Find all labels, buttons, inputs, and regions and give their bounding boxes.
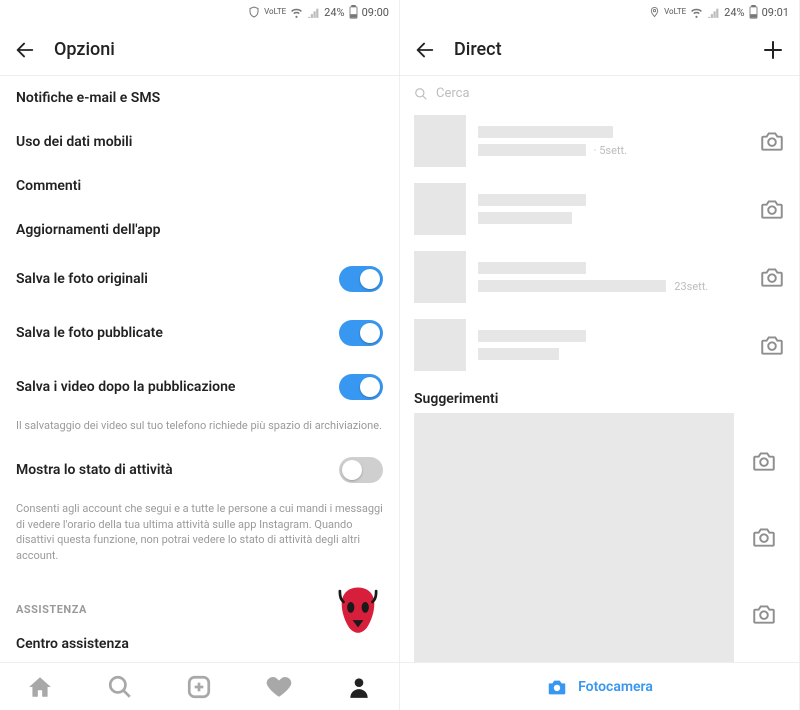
camera-icon[interactable] [751,601,777,627]
compose-icon[interactable] [761,38,785,62]
signal-icon [707,6,720,19]
options-content: Notifiche e-mail e SMS Uso dei dati mobi… [0,76,399,662]
status-bar: VoLTE 24% 09:01 [400,0,799,24]
suggestion-actions [734,413,799,662]
options-screen: VoLTE 24% 09:00 Opzioni Notifiche e-mail… [0,0,400,710]
mask-logo-icon [329,582,387,640]
shield-icon [248,6,260,18]
label: Uso dei dati mobili [16,134,132,150]
dm-list: · 5sett. 23sett. [400,101,799,662]
volte-indicator: VoLTE [264,8,286,16]
label: Notifiche e-mail e SMS [16,90,160,106]
bottom-nav [0,662,399,710]
camera-icon[interactable] [759,196,785,222]
label: Centro assistenza [16,636,129,652]
location-icon [649,6,660,18]
dm-thread[interactable]: 23sett. [400,243,799,311]
avatar [414,319,466,371]
row-comments[interactable]: Commenti [0,164,399,208]
row-save-video: Salva i video dopo la pubblicazione [0,360,399,414]
row-data-usage[interactable]: Uso dei dati mobili [0,120,399,164]
toggle-activity-status[interactable] [339,457,383,483]
caption-video-storage: Il salvataggio dei video sul tuo telefon… [0,414,399,443]
camera-button[interactable]: Fotocamera [400,662,799,710]
thread-text [478,194,747,224]
nav-search-icon[interactable] [107,674,133,700]
toggle-save-video[interactable] [339,374,383,400]
status-time: 09:01 [762,6,789,19]
label: Aggiornamenti dell'app [16,222,160,238]
nav-profile-icon[interactable] [346,674,372,700]
nav-heart-icon[interactable] [266,674,292,700]
status-time: 09:00 [362,6,389,19]
label: Commenti [16,178,81,194]
battery-icon [749,5,758,19]
app-bar: Opzioni [0,24,399,76]
battery-percent: 24% [724,6,744,19]
search-placeholder: Cerca [436,86,470,101]
app-bar: Direct [400,24,799,76]
nav-home-icon[interactable] [27,674,53,700]
thread-text: 23sett. [478,262,747,293]
page-title: Direct [454,39,743,60]
row-email-sms[interactable]: Notifiche e-mail e SMS [0,76,399,120]
dm-thread[interactable] [400,175,799,243]
status-bar: VoLTE 24% 09:00 [0,0,399,24]
label: Salva le foto pubblicate [16,325,163,341]
thread-text: · 5sett. [478,126,747,157]
label: Salva le foto originali [16,271,148,287]
wifi-icon [290,6,303,19]
back-icon[interactable] [14,39,36,61]
suggestion-block[interactable] [414,413,734,662]
back-icon[interactable] [414,39,436,61]
row-app-updates[interactable]: Aggiornamenti dell'app [0,208,399,252]
page-title: Opzioni [54,39,385,60]
battery-percent: 24% [324,6,344,19]
camera-icon[interactable] [759,128,785,154]
thread-text [478,330,747,360]
camera-icon[interactable] [751,524,777,550]
direct-screen: VoLTE 24% 09:01 Direct Cerca [400,0,800,710]
signal-icon [307,6,320,19]
row-save-original: Salva le foto originali [0,252,399,306]
avatar [414,183,466,235]
thread-meta: · 5sett. [594,144,627,157]
battery-icon [349,5,358,19]
dm-thread[interactable] [400,311,799,379]
camera-icon[interactable] [751,448,777,474]
avatar [414,115,466,167]
caption-activity-status: Consenti agli account che segui e a tutt… [0,497,399,573]
label: Salva i video dopo la pubblicazione [16,379,235,395]
volte-indicator: VoLTE [664,8,686,16]
nav-add-icon[interactable] [186,674,212,700]
suggestions-header: Suggerimenti [400,379,799,413]
avatar [414,251,466,303]
toggle-save-published[interactable] [339,320,383,346]
toggle-save-original[interactable] [339,266,383,292]
camera-label: Fotocamera [578,679,653,695]
search-bar[interactable]: Cerca [414,86,785,101]
row-save-published: Salva le foto pubblicate [0,306,399,360]
row-activity-status: Mostra lo stato di attività [0,443,399,497]
label: Mostra lo stato di attività [16,462,173,478]
camera-icon[interactable] [759,264,785,290]
wifi-icon [690,6,703,19]
dm-thread[interactable]: · 5sett. [400,107,799,175]
thread-meta: 23sett. [674,280,708,293]
camera-icon[interactable] [759,332,785,358]
